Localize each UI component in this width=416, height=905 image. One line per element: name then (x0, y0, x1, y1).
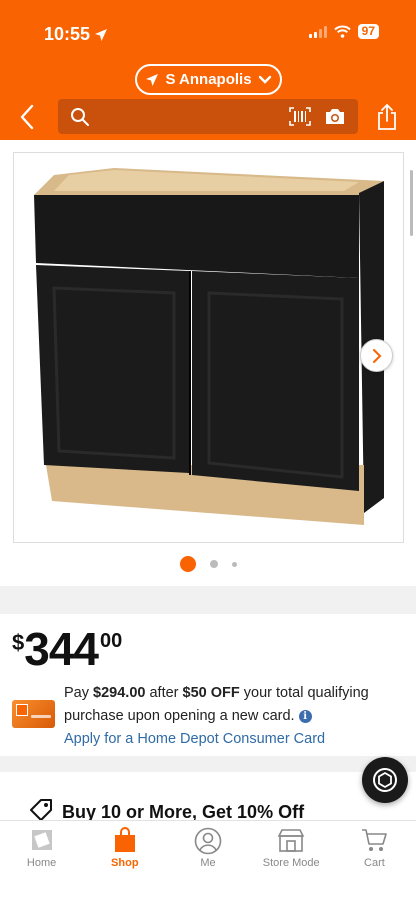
pagination-dot[interactable] (209, 560, 218, 568)
cart-icon (362, 829, 388, 851)
pagination-dot[interactable] (231, 561, 237, 567)
home-depot-logo-icon (31, 830, 52, 850)
store-location-name: S Annapolis (165, 71, 252, 88)
base-cabinet-image (34, 168, 384, 525)
promo-pay: Pay (64, 685, 89, 701)
tab-label: Shop (111, 857, 139, 869)
promo-after: after (149, 685, 179, 701)
bottom-tab-bar: Home Shop Me Store Mode Cart (0, 820, 416, 905)
store-icon (277, 829, 305, 852)
promo-discounted-price: $294.00 (93, 685, 146, 701)
search-input[interactable] (100, 105, 280, 127)
gallery-pagination-dots (0, 556, 416, 572)
scrollbar-thumb[interactable] (410, 170, 413, 236)
home-depot-credit-card-image (12, 700, 55, 728)
price-section: $ 344 00 Pay $294.00 after $50 OFF your … (0, 614, 416, 756)
status-time-text: 10:55 (44, 24, 91, 44)
tab-me[interactable]: Me (166, 821, 249, 905)
chevron-right-icon (372, 348, 381, 363)
apply-card-link[interactable]: Apply for a Home Depot Consumer Card (64, 731, 325, 747)
product-image-gallery (0, 140, 416, 586)
cellular-signal-icon (308, 25, 327, 38)
store-location-selector[interactable]: S Annapolis (135, 64, 282, 95)
tab-store-mode[interactable]: Store Mode (250, 821, 333, 905)
back-icon (20, 104, 34, 130)
share-icon (378, 104, 396, 130)
visual-search-floating-button[interactable] (362, 757, 408, 803)
status-indicators: 97 (308, 24, 379, 39)
app-header: 10:55 97 S Annapolis (0, 0, 416, 140)
chevron-down-icon (258, 75, 271, 84)
person-icon (194, 827, 222, 855)
pagination-dot-active[interactable] (179, 556, 196, 572)
price-dollars: 344 (24, 623, 99, 675)
search-bar[interactable] (58, 99, 358, 134)
next-image-button[interactable] (360, 339, 393, 372)
status-time: 10:55 (44, 24, 108, 45)
price-cents: 00 (100, 630, 123, 652)
back-button[interactable] (16, 104, 40, 130)
location-arrow-icon (146, 73, 159, 86)
location-arrow-icon (95, 28, 108, 41)
tab-shop[interactable]: Shop (83, 821, 166, 905)
barcode-scan-icon[interactable] (289, 107, 311, 126)
product-image[interactable] (13, 152, 404, 543)
product-price: $ 344 00 (12, 624, 122, 674)
share-button[interactable] (374, 103, 400, 131)
tab-label: Store Mode (262, 857, 320, 869)
battery-level: 97 (357, 24, 379, 39)
tab-home[interactable]: Home (0, 821, 83, 905)
aperture-icon (373, 768, 397, 792)
search-icon (71, 108, 89, 126)
price-tag-icon (30, 799, 52, 821)
home-depot-logo-icon (16, 704, 28, 716)
price-currency: $ (12, 630, 25, 655)
tab-label: Me (200, 857, 216, 869)
tab-label: Home (26, 857, 57, 869)
camera-icon[interactable] (324, 107, 346, 126)
promo-discount: $50 OFF (182, 685, 240, 701)
tab-label: Cart (364, 857, 385, 869)
credit-card-promo: Pay $294.00 after $50 OFF your total qua… (64, 682, 404, 751)
info-icon[interactable]: i (298, 710, 312, 723)
tab-cart[interactable]: Cart (333, 821, 416, 905)
shop-bag-icon (114, 827, 135, 852)
wifi-icon (333, 25, 351, 38)
